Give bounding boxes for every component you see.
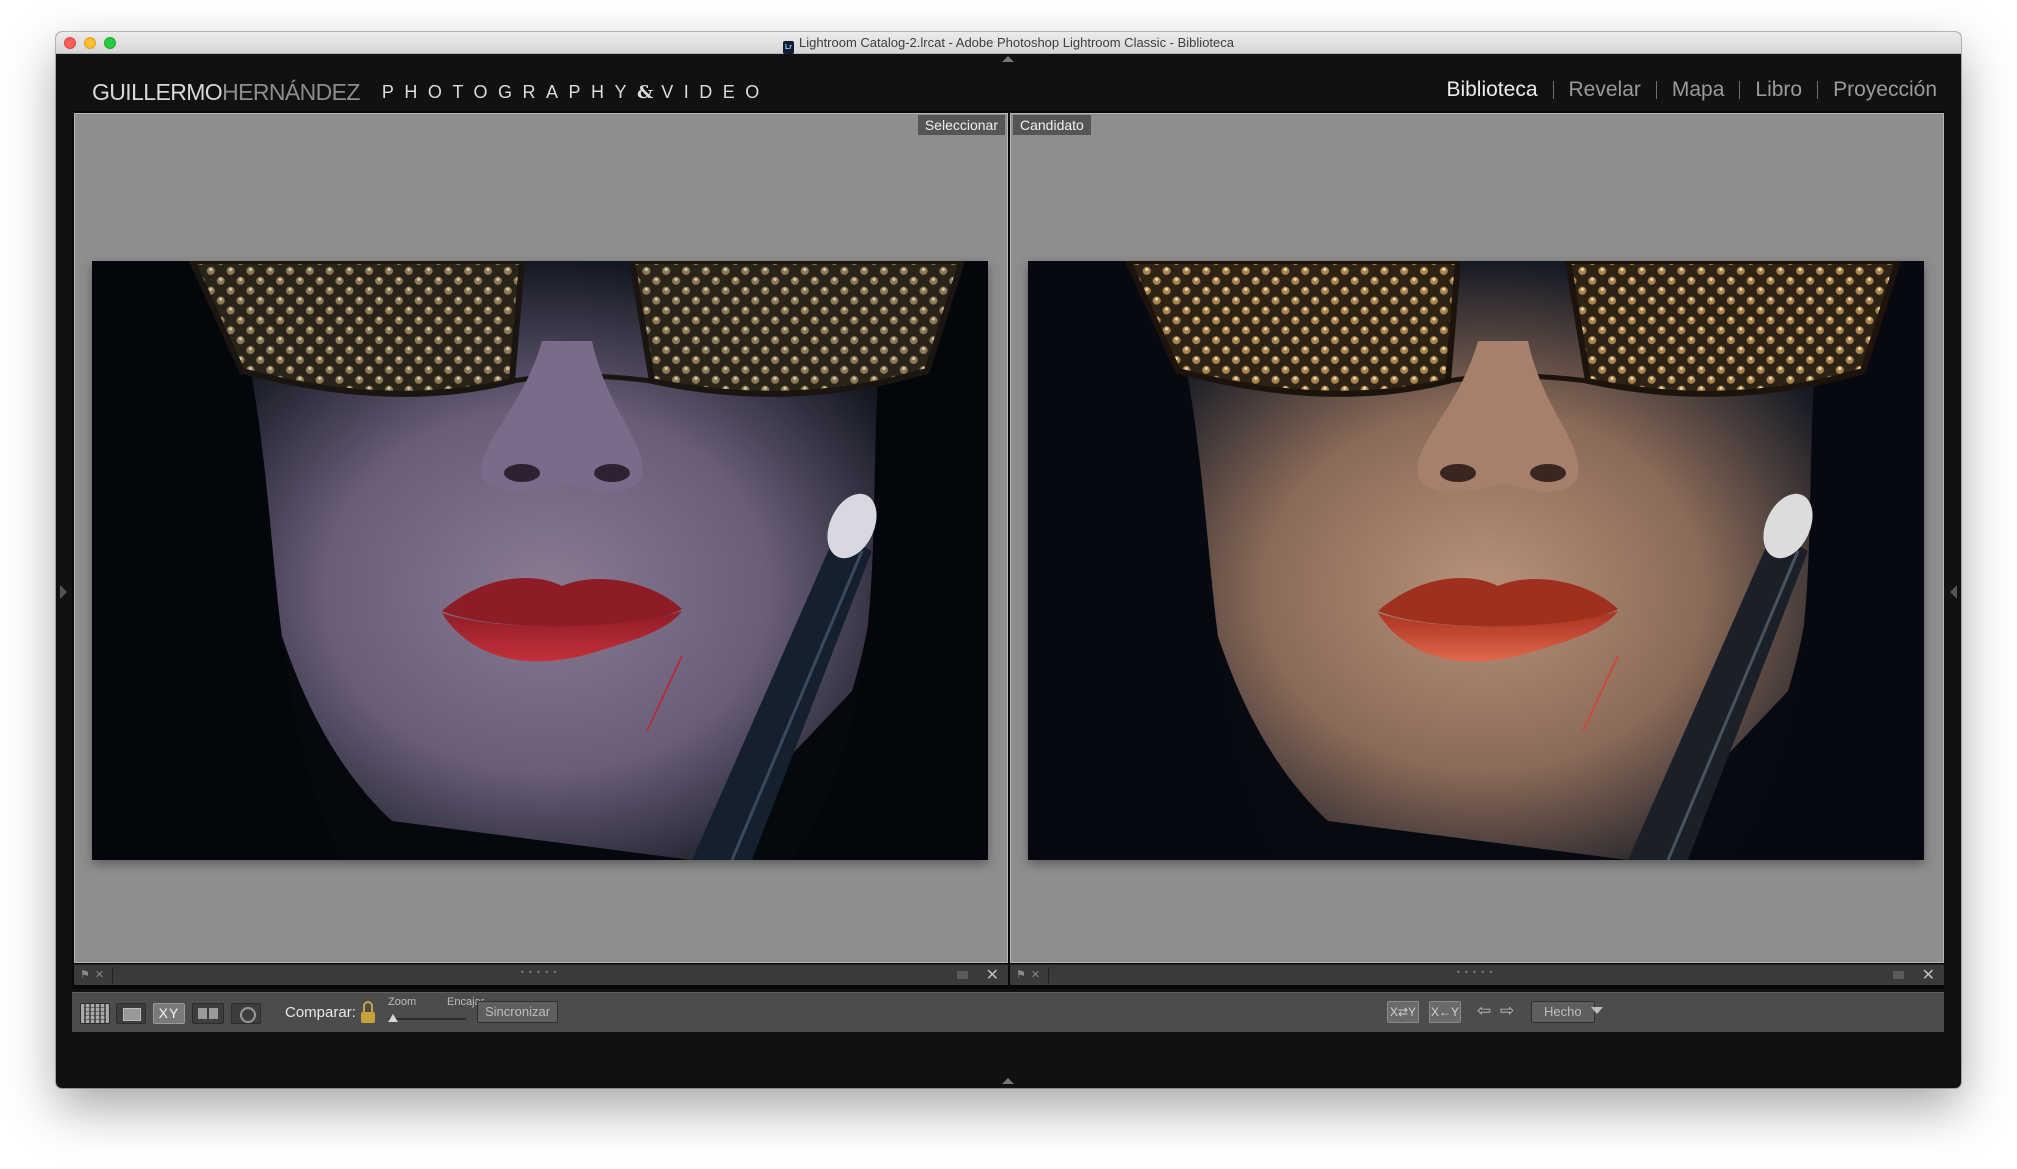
select-label: Seleccionar <box>917 115 1005 135</box>
loupe-view-icon[interactable] <box>116 1003 146 1024</box>
identity-name: GUILLERMOHERNÁNDEZ <box>92 79 360 106</box>
compare-label: Comparar: <box>285 1004 356 1021</box>
lock-body <box>361 1012 375 1023</box>
module-mapa[interactable]: Mapa <box>1657 78 1740 102</box>
identity-tagline-ampersand: & <box>637 81 662 103</box>
grid-view-icon[interactable] <box>80 1003 110 1024</box>
zoom-label: Zoom <box>388 996 417 1008</box>
close-candidate-icon[interactable]: ✕ <box>1922 965 1935 985</box>
pick-flag-icon[interactable]: ⚑ <box>80 968 90 981</box>
candidate-info-strip: ⚑ ✕ ••••• ✕ <box>1010 964 1944 985</box>
filmstrip-toggle-icon[interactable] <box>1002 1078 1014 1084</box>
color-label-icon[interactable] <box>957 971 968 979</box>
lightroom-window: Lr Lightroom Catalog-2.lrcat - Adobe Phot… <box>56 32 1961 1088</box>
people-view-icon[interactable] <box>231 1003 261 1024</box>
module-picker: Biblioteca Revelar Mapa Libro Proyección <box>1431 78 1937 102</box>
candidate-photo-image <box>1028 261 1924 860</box>
module-proyeccion[interactable]: Proyección <box>1818 78 1937 102</box>
lightroom-app-icon: Lr <box>782 41 794 54</box>
rating-dots-icon[interactable]: ••••• <box>521 967 562 977</box>
compare-view-icon[interactable]: XY <box>153 1003 185 1024</box>
sync-button[interactable]: Sincronizar <box>477 1001 559 1023</box>
module-revelar[interactable]: Revelar <box>1554 78 1656 102</box>
select-info-strip: ⚑ ✕ ••••• ✕ <box>74 964 1008 985</box>
select-flag-icons: ⚑ ✕ <box>80 968 104 981</box>
strip-divider <box>1048 967 1049 983</box>
identity-name-first: GUILLERMO <box>92 78 223 105</box>
candidate-flag-icons: ⚑ ✕ <box>1016 968 1040 981</box>
pick-flag-icon[interactable]: ⚑ <box>1016 968 1026 981</box>
previous-arrow-icon[interactable]: ⇦ <box>1477 1001 1491 1021</box>
close-select-icon[interactable]: ✕ <box>986 965 999 985</box>
identity-tagline-video: VIDEO <box>661 81 770 102</box>
zoom-slider-track[interactable] <box>388 1018 466 1020</box>
select-pane[interactable]: Seleccionar <box>74 113 1008 963</box>
identity-plate: GUILLERMOHERNÁNDEZ PHOTOGRAPHY&VIDEO <box>92 79 770 106</box>
done-button[interactable]: Hecho <box>1531 1001 1595 1023</box>
survey-view-icon[interactable] <box>192 1003 224 1024</box>
left-panel-toggle-icon[interactable] <box>60 585 67 599</box>
window-title: Lightroom Catalog-2.lrcat - Adobe Photos… <box>798 35 1234 50</box>
zoom-slider-knob[interactable] <box>388 1014 398 1022</box>
swap-icon[interactable]: X⇄Y <box>1387 1001 1419 1023</box>
select-photo[interactable] <box>92 261 988 860</box>
top-panel-toggle-icon[interactable] <box>1002 56 1014 62</box>
identity-tagline: PHOTOGRAPHY&VIDEO <box>382 82 770 103</box>
rating-dots-icon[interactable]: ••••• <box>1457 967 1498 977</box>
candidate-label: Candidato <box>1013 115 1091 135</box>
strip-divider <box>112 967 113 983</box>
grid-view-cells <box>84 1007 106 1020</box>
bottom-toolbar: XY Comparar: Zoom Encajar Sincronizar X⇄… <box>72 992 1944 1032</box>
window-title-wrap: Lr Lightroom Catalog-2.lrcat - Adobe Phot… <box>56 35 1961 54</box>
color-label-icon[interactable] <box>1893 971 1904 979</box>
identity-name-last: HERNÁNDEZ <box>222 78 360 105</box>
reject-flag-icon[interactable]: ✕ <box>95 968 104 981</box>
make-select-icon[interactable]: X←Y <box>1429 1001 1461 1023</box>
identity-tagline-photography: PHOTOGRAPHY <box>381 81 638 102</box>
lock-icon[interactable] <box>360 1001 376 1023</box>
right-panel-toggle-icon[interactable] <box>1950 585 1957 599</box>
compare-view: Seleccionar Candidato ⚑ ✕ ••••• ✕ ⚑ ✕ ••… <box>72 111 1944 989</box>
reject-flag-icon[interactable]: ✕ <box>1031 968 1040 981</box>
module-biblioteca[interactable]: Biblioteca <box>1431 78 1552 102</box>
next-arrow-icon[interactable]: ⇨ <box>1500 1001 1514 1021</box>
candidate-pane[interactable]: Candidato <box>1010 113 1944 963</box>
module-libro[interactable]: Libro <box>1740 78 1817 102</box>
toolbar-menu-icon[interactable] <box>1591 1007 1603 1014</box>
candidate-photo[interactable] <box>1028 261 1924 860</box>
select-photo-image <box>92 261 988 860</box>
title-bar: Lr Lightroom Catalog-2.lrcat - Adobe Phot… <box>56 32 1961 54</box>
